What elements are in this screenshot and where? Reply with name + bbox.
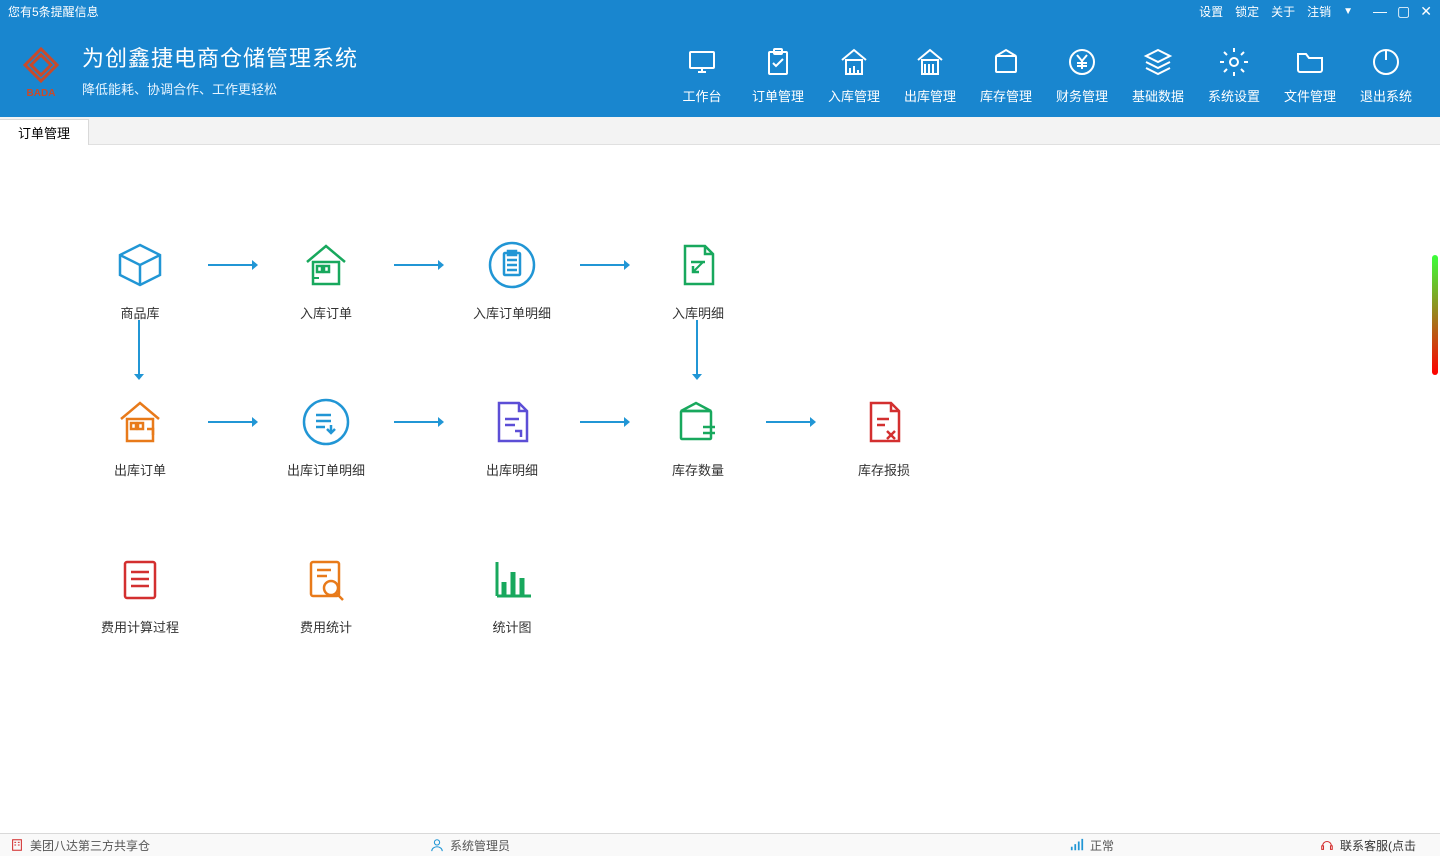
node-fee-stat[interactable]: 费用统计 [266, 549, 386, 636]
node-out-order-detail[interactable]: 出库订单明细 [266, 392, 386, 479]
folder-icon [1272, 42, 1348, 82]
nav-workbench[interactable]: 工作台 [664, 34, 740, 105]
arrow-right-icon [200, 235, 266, 295]
link-about[interactable]: 关于 [1271, 3, 1295, 20]
arrow-down-icon [132, 320, 146, 383]
list-down-circle-icon [266, 392, 386, 452]
scrollbar[interactable] [1432, 145, 1438, 833]
arrow-right-icon [758, 392, 824, 452]
arrow-right-icon [386, 392, 452, 452]
signal-icon [1070, 838, 1084, 852]
window-minimize-icon[interactable]: — [1373, 3, 1387, 20]
dropdown-icon[interactable]: ▼ [1343, 6, 1353, 17]
tab-order[interactable]: 订单管理 [0, 119, 89, 145]
link-lock[interactable]: 锁定 [1235, 3, 1259, 20]
tab-label: 订单管理 [18, 123, 70, 142]
status-company: 美团八达第三方共享仓 [0, 837, 420, 854]
status-bar: 美团八达第三方共享仓 系统管理员 正常 联系客服(点击 [0, 833, 1440, 856]
node-in-orders[interactable]: 入库订单 [266, 235, 386, 322]
nav-syssetting[interactable]: 系统设置 [1196, 34, 1272, 105]
monitor-icon [664, 42, 740, 82]
nav-stock[interactable]: 库存管理 [968, 34, 1044, 105]
nav-inbound[interactable]: 入库管理 [816, 34, 892, 105]
window-close-icon[interactable]: ✕ [1420, 3, 1432, 20]
house-out-icon [80, 392, 200, 452]
arrow-right-icon [572, 392, 638, 452]
power-icon [1348, 42, 1424, 82]
doc-in-icon [638, 235, 758, 295]
clipboard-circle-icon [452, 235, 572, 295]
status-user: 系统管理员 [420, 837, 1060, 854]
cube-icon [80, 235, 200, 295]
nav-finance[interactable]: 财务管理 [1044, 34, 1120, 105]
headset-icon [1320, 838, 1334, 852]
box-list-icon [638, 392, 758, 452]
layers-icon [1120, 42, 1196, 82]
node-stock-loss[interactable]: 库存报损 [824, 392, 944, 479]
arrow-down-icon [690, 320, 704, 383]
status-support[interactable]: 联系客服(点击 [1310, 837, 1416, 854]
main-nav: 工作台 订单管理 入库管理 出库管理 库存管理 财务管理 基础数据 系统设置 [664, 34, 1440, 105]
arrow-right-icon [200, 392, 266, 452]
content-area: 商品库 入库订单 入库订单明细 入库明细 出库 [0, 145, 1440, 833]
nav-basedata[interactable]: 基础数据 [1120, 34, 1196, 105]
doc-out-icon [452, 392, 572, 452]
list-doc-icon [80, 549, 200, 609]
nav-exit[interactable]: 退出系统 [1348, 34, 1424, 105]
node-fee-calc[interactable]: 费用计算过程 [80, 549, 200, 636]
clipboard-check-icon [740, 42, 816, 82]
node-in-order-detail[interactable]: 入库订单明细 [452, 235, 572, 322]
link-settings[interactable]: 设置 [1199, 3, 1223, 20]
warehouse-in-icon [816, 42, 892, 82]
bar-chart-icon [452, 549, 572, 609]
app-title: 为创鑫捷电商仓储管理系统 [82, 41, 358, 73]
node-stock-qty[interactable]: 库存数量 [638, 392, 758, 479]
notify-text[interactable]: 您有5条提醒信息 [8, 3, 99, 20]
brand-text: BADA [14, 88, 68, 99]
box-icon [968, 42, 1044, 82]
node-in-detail[interactable]: 入库明细 [638, 235, 758, 322]
node-out-detail[interactable]: 出库明细 [452, 392, 572, 479]
yen-circle-icon [1044, 42, 1120, 82]
node-stat-chart[interactable]: 统计图 [452, 549, 572, 636]
title-bar-actions: 设置 锁定 关于 注销 ▼ — ▢ ✕ [1199, 3, 1432, 20]
user-icon [430, 838, 444, 852]
house-in-icon [266, 235, 386, 295]
scroll-thumb[interactable] [1432, 255, 1438, 375]
tab-bar: 订单管理 [0, 117, 1440, 145]
brand-logo-icon: BADA [14, 43, 68, 97]
building-icon [10, 838, 24, 852]
app-subtitle: 降低能耗、协调合作、工作更轻松 [82, 79, 358, 98]
app-header: BADA 为创鑫捷电商仓储管理系统 降低能耗、协调合作、工作更轻松 工作台 订单… [0, 22, 1440, 117]
node-out-orders[interactable]: 出库订单 [80, 392, 200, 479]
doc-x-icon [824, 392, 944, 452]
warehouse-out-icon [892, 42, 968, 82]
link-logout[interactable]: 注销 [1307, 3, 1331, 20]
nav-filemgmt[interactable]: 文件管理 [1272, 34, 1348, 105]
window-maximize-icon[interactable]: ▢ [1397, 3, 1410, 20]
nav-outbound[interactable]: 出库管理 [892, 34, 968, 105]
arrow-right-icon [386, 235, 452, 295]
nav-order[interactable]: 订单管理 [740, 34, 816, 105]
title-bar: 您有5条提醒信息 设置 锁定 关于 注销 ▼ — ▢ ✕ [0, 0, 1440, 22]
doc-search-icon [266, 549, 386, 609]
status-state: 正常 [1060, 837, 1310, 854]
arrow-right-icon [572, 235, 638, 295]
node-product-lib[interactable]: 商品库 [80, 235, 200, 322]
gear-icon [1196, 42, 1272, 82]
